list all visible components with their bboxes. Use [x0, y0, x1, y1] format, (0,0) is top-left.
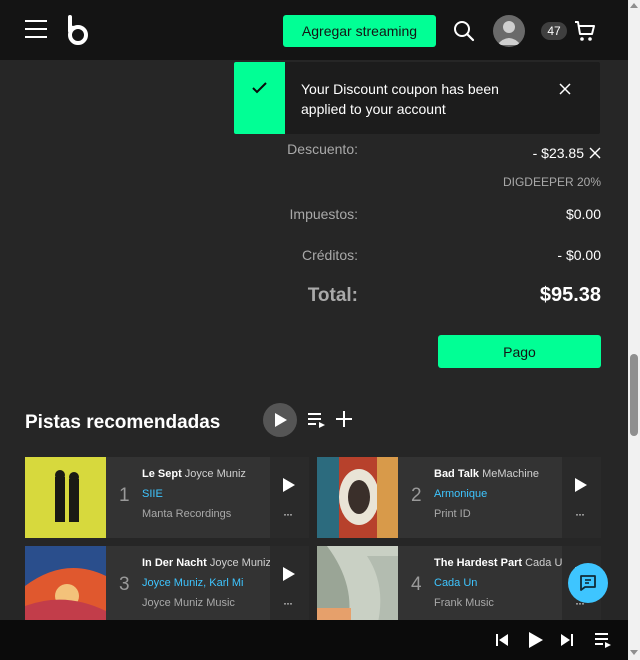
- track-artwork[interactable]: [25, 546, 106, 627]
- play-all-button[interactable]: [263, 403, 297, 437]
- play-icon[interactable]: [528, 631, 544, 649]
- play-track-icon[interactable]: [282, 477, 296, 493]
- recommended-title: Pistas recomendadas: [25, 412, 221, 433]
- track-artist[interactable]: MeMachine: [482, 468, 539, 480]
- discount-amount: - $23.85: [532, 145, 584, 161]
- play-icon: [275, 413, 287, 427]
- track-card[interactable]: 2 Bad Talk MeMachine Armonique Print ID …: [317, 457, 601, 538]
- track-title[interactable]: The Hardest Part Cada Un: [434, 557, 562, 569]
- previous-track-icon[interactable]: [495, 633, 509, 647]
- track-title[interactable]: Le Sept Joyce Muniz: [142, 468, 270, 480]
- toast-message: Your Discount coupon has been applied to…: [301, 81, 499, 117]
- track-actions: ···: [562, 457, 601, 538]
- check-icon: [234, 62, 285, 134]
- track-remixer[interactable]: SIIE: [142, 488, 270, 500]
- add-to-queue-icon[interactable]: [307, 410, 327, 430]
- bottom-player: [0, 620, 628, 660]
- track-number: 2: [411, 485, 422, 506]
- track-number: 1: [119, 485, 130, 506]
- add-streaming-button[interactable]: Agregar streaming: [283, 15, 436, 47]
- total-value: $95.38: [539, 284, 601, 306]
- track-actions: ···: [270, 457, 309, 538]
- track-card[interactable]: 4 The Hardest Part Cada Un Cada Un Frank…: [317, 546, 601, 627]
- track-card[interactable]: 1 Le Sept Joyce Muniz SIIE Manta Recordi…: [25, 457, 309, 538]
- chat-support-button[interactable]: [568, 563, 608, 603]
- track-artwork[interactable]: [25, 457, 106, 538]
- scrollbar-thumb[interactable]: [630, 354, 638, 436]
- queue-list-icon[interactable]: [594, 632, 612, 648]
- track-label[interactable]: Joyce Muniz Music: [142, 597, 270, 609]
- track-title[interactable]: In Der Nacht Joyce Muniz: [142, 557, 270, 569]
- add-to-playlist-icon[interactable]: [334, 409, 354, 429]
- cart-icon[interactable]: [573, 19, 597, 43]
- track-artist[interactable]: Cada Un: [525, 557, 562, 569]
- next-track-icon[interactable]: [560, 633, 574, 647]
- track-title-text[interactable]: The Hardest Part: [434, 557, 522, 569]
- track-remixer[interactable]: Cada Un: [434, 577, 562, 589]
- pay-button[interactable]: Pago: [438, 335, 601, 368]
- scroll-up-arrow[interactable]: [630, 3, 638, 8]
- scroll-down-arrow[interactable]: [630, 650, 638, 655]
- hamburger-icon[interactable]: [25, 20, 47, 40]
- track-remixer[interactable]: Joyce Muniz, Karl Mi: [142, 577, 270, 589]
- chat-icon: [580, 575, 596, 591]
- user-avatar-icon[interactable]: [493, 15, 525, 47]
- beatport-logo-icon[interactable]: [64, 15, 90, 47]
- play-track-icon[interactable]: [574, 477, 588, 493]
- search-icon[interactable]: [453, 20, 475, 42]
- track-label[interactable]: Frank Music: [434, 597, 562, 609]
- top-header: Agregar streaming 47: [0, 0, 628, 60]
- track-artwork[interactable]: [317, 546, 398, 627]
- track-card[interactable]: 3 In Der Nacht Joyce Muniz Joyce Muniz, …: [25, 546, 309, 627]
- discount-code: DIGDEEPER 20%: [502, 175, 601, 189]
- close-icon[interactable]: [556, 80, 574, 98]
- track-artist[interactable]: Joyce Muniz: [210, 557, 270, 569]
- track-title-text[interactable]: Le Sept: [142, 468, 182, 480]
- more-options-icon[interactable]: ···: [283, 596, 293, 610]
- track-title-text[interactable]: Bad Talk: [434, 468, 479, 480]
- more-options-icon[interactable]: ···: [575, 507, 585, 521]
- track-title-text[interactable]: In Der Nacht: [142, 557, 207, 569]
- play-track-icon[interactable]: [282, 566, 296, 582]
- track-label[interactable]: Manta Recordings: [142, 508, 270, 520]
- track-artist[interactable]: Joyce Muniz: [185, 468, 246, 480]
- track-remixer[interactable]: Armonique: [434, 488, 562, 500]
- track-number: 4: [411, 574, 422, 595]
- discount-value: - $23.85: [533, 145, 601, 161]
- discount-toast: Your Discount coupon has been applied to…: [234, 62, 600, 134]
- track-label[interactable]: Print ID: [434, 508, 562, 520]
- track-title[interactable]: Bad Talk MeMachine: [434, 468, 562, 480]
- track-artwork[interactable]: [317, 457, 398, 538]
- remove-discount-icon[interactable]: [589, 147, 601, 159]
- track-actions: ···: [270, 546, 309, 627]
- track-number: 3: [119, 574, 130, 595]
- credits-value: - $0.00: [557, 247, 601, 263]
- total-label: Total:: [307, 285, 358, 306]
- taxes-value: $0.00: [565, 206, 601, 222]
- credits-label: Créditos:: [301, 247, 358, 263]
- taxes-label: Impuestos:: [289, 206, 358, 222]
- page-scrollbar[interactable]: [628, 0, 640, 660]
- cart-count-badge[interactable]: 47: [541, 22, 567, 40]
- more-options-icon[interactable]: ···: [283, 507, 293, 521]
- discount-label: Descuento:: [287, 141, 358, 157]
